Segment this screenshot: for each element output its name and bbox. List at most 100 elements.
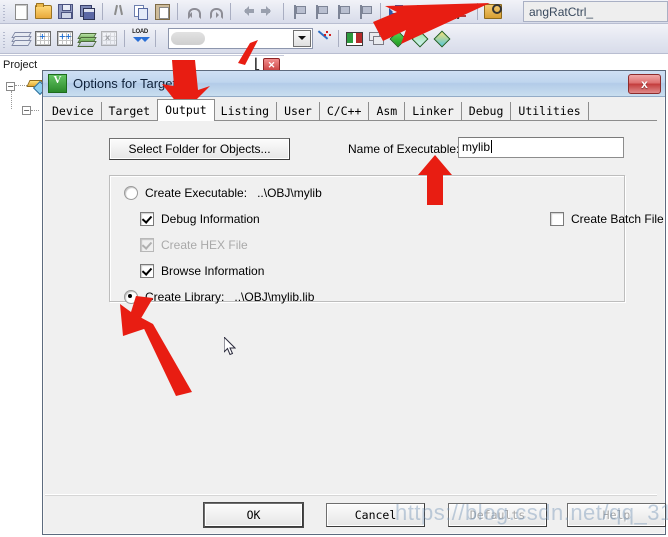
dialog-title: Options for Target: [73, 76, 177, 91]
comment-icon[interactable]: [429, 1, 451, 22]
tab-asm[interactable]: Asm: [369, 102, 406, 121]
project-panel-title: Project: [3, 59, 38, 71]
tab-device[interactable]: Device: [45, 102, 102, 121]
browse-information-label: Browse Information: [161, 264, 265, 278]
stop-build-icon[interactable]: x: [98, 28, 120, 49]
toolbar-separator: [283, 3, 284, 20]
tab-linker[interactable]: Linker: [405, 102, 462, 121]
navigate-forward-icon[interactable]: [257, 1, 279, 22]
select-folder-for-objects-button[interactable]: Select Folder for Objects...: [109, 138, 290, 160]
checkbox-indicator: [140, 212, 154, 226]
browse-information-checkbox[interactable]: Browse Information: [140, 264, 264, 278]
tab-c-cpp[interactable]: C/C++: [319, 102, 370, 121]
navigate-back-icon[interactable]: [235, 1, 257, 22]
cut-icon[interactable]: [107, 1, 129, 22]
create-batch-file-checkbox[interactable]: Create Batch File: [550, 212, 664, 226]
toolbar-separator: [230, 3, 231, 20]
new-file-icon[interactable]: [10, 1, 32, 22]
create-batch-file-label: Create Batch File: [571, 212, 664, 226]
create-executable-label: Create Executable:: [145, 186, 248, 200]
tab-utilities[interactable]: Utilities: [511, 102, 589, 121]
tab-output[interactable]: Output: [157, 99, 215, 121]
checkbox-indicator: [140, 264, 154, 278]
tree-connector: [11, 91, 12, 109]
tree-expander[interactable]: −: [6, 81, 15, 91]
button-bar-divider: [45, 494, 657, 496]
toolbar-separator: [477, 3, 478, 20]
radio-indicator: [124, 290, 138, 304]
save-icon[interactable]: [54, 1, 76, 22]
package-icon[interactable]: [431, 28, 453, 49]
create-library-radio[interactable]: Create Library: ..\OBJ\mylib.lib: [124, 290, 314, 304]
toolbar-separator: [177, 3, 178, 20]
create-executable-radio[interactable]: Create Executable: ..\OBJ\mylib: [124, 186, 322, 200]
target-options-icon[interactable]: [312, 28, 334, 49]
toolbar-separator: [380, 3, 381, 20]
checkbox-indicator: [140, 238, 154, 252]
toolbar-separator: [338, 30, 339, 47]
copy-icon[interactable]: [129, 1, 151, 22]
toolbar-separator: [102, 3, 103, 20]
build-toolbar: + + + x LOAD: [0, 24, 668, 54]
find-in-files-icon[interactable]: [482, 1, 504, 22]
tree-expander[interactable]: −: [22, 106, 31, 115]
download-icon[interactable]: LOAD: [129, 28, 151, 49]
redo-icon[interactable]: [204, 1, 226, 22]
close-icon[interactable]: x: [628, 74, 661, 94]
translate-icon[interactable]: [10, 28, 32, 49]
indent-decrease-icon[interactable]: [407, 1, 429, 22]
save-all-icon[interactable]: [76, 1, 98, 22]
executable-name-input[interactable]: mylib: [458, 137, 624, 158]
debug-information-checkbox[interactable]: Debug Information: [140, 212, 260, 226]
bookmark-clear-icon[interactable]: [354, 1, 376, 22]
indent-increase-icon[interactable]: [385, 1, 407, 22]
ok-button[interactable]: OK: [204, 503, 303, 527]
dialog-titlebar[interactable]: Options for Target x: [43, 71, 665, 97]
multi-project-icon[interactable]: [365, 28, 387, 49]
toolbar-grip[interactable]: [1, 2, 8, 21]
create-executable-path: ..\OBJ\mylib: [257, 186, 322, 200]
text-caret: [491, 140, 493, 153]
executable-name-value: mylib: [462, 140, 491, 154]
tab-debug[interactable]: Debug: [461, 102, 512, 121]
batch-build-icon[interactable]: [76, 28, 98, 49]
create-library-label: Create Library:: [145, 290, 225, 304]
toolbar-grip[interactable]: [1, 29, 8, 48]
output-options-group: Create Executable: ..\OBJ\mylib Debug In…: [109, 175, 664, 304]
bookmark-prev-icon[interactable]: [310, 1, 332, 22]
combo-value-pill: [171, 32, 205, 45]
chevron-down-icon[interactable]: [293, 30, 311, 47]
configure-green-icon[interactable]: [387, 28, 409, 49]
paste-icon[interactable]: [151, 1, 173, 22]
toolbar-separator: [124, 30, 125, 47]
cancel-button[interactable]: Cancel: [326, 503, 425, 527]
bookmark-toggle-icon[interactable]: [288, 1, 310, 22]
main-toolbar: angRatCtrl_: [0, 0, 668, 24]
undo-icon[interactable]: [182, 1, 204, 22]
target-selector-combo[interactable]: [168, 28, 313, 49]
tab-user[interactable]: User: [277, 102, 320, 121]
build-icon[interactable]: +: [32, 28, 54, 49]
rebuild-icon[interactable]: + +: [54, 28, 76, 49]
dialog-button-bar: OK Cancel Defaults Help: [45, 494, 666, 528]
ide-background: [284, 55, 668, 60]
options-for-target-dialog: Options for Target x Device Target Outpu…: [42, 70, 666, 535]
defaults-button[interactable]: Defaults: [448, 503, 547, 527]
uncomment-icon[interactable]: [451, 1, 473, 22]
tab-target[interactable]: Target: [101, 102, 159, 121]
project-tree: − −: [0, 74, 48, 537]
manage-project-icon[interactable]: [343, 28, 365, 49]
radio-indicator: [124, 186, 138, 200]
debug-information-label: Debug Information: [161, 212, 260, 226]
help-button[interactable]: Help: [567, 503, 666, 527]
create-hex-file-label: Create HEX File: [161, 238, 248, 252]
bookmark-next-icon[interactable]: [332, 1, 354, 22]
tree-node-child[interactable]: −: [22, 106, 39, 115]
tab-listing[interactable]: Listing: [213, 102, 278, 121]
active-file-field[interactable]: angRatCtrl_: [523, 1, 668, 22]
open-file-icon[interactable]: [32, 1, 54, 22]
active-file-label: angRatCtrl_: [529, 4, 594, 19]
filter-icon[interactable]: [409, 28, 431, 49]
executable-name-label: Name of Executable:: [348, 142, 460, 156]
uvision-app-icon: [48, 74, 67, 93]
